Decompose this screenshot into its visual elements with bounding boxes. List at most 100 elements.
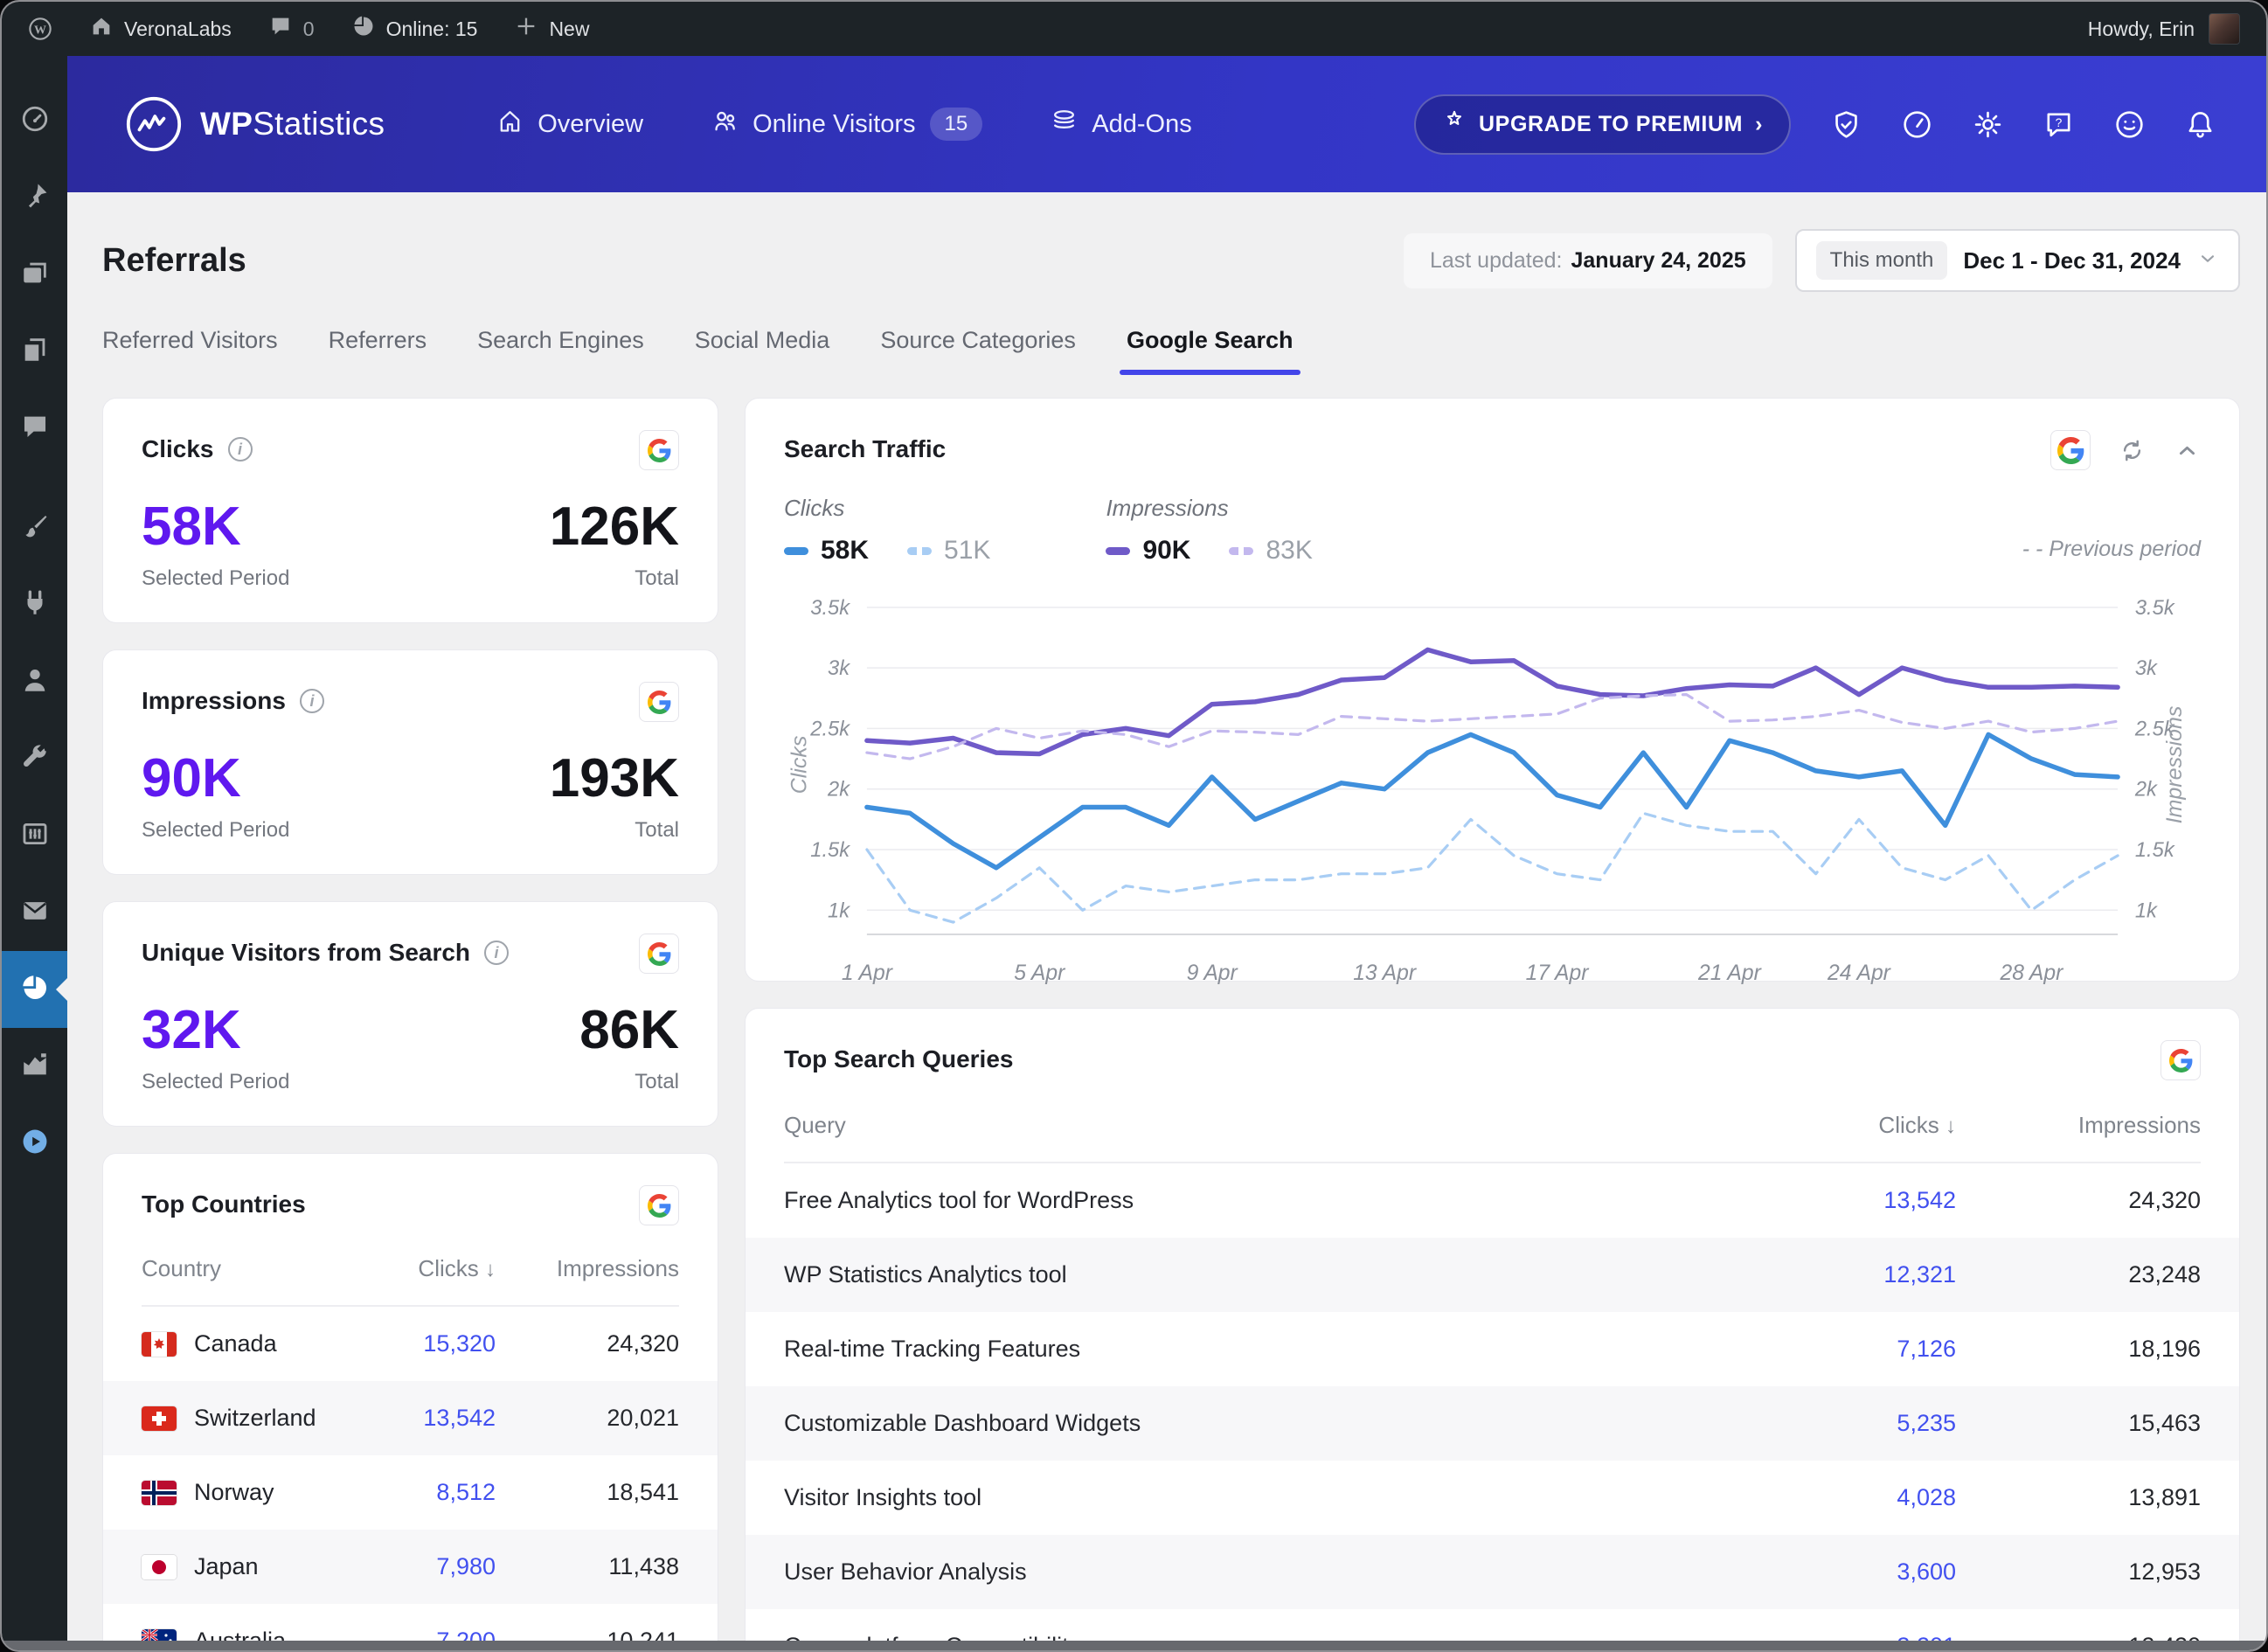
gear-icon[interactable]	[1973, 109, 2003, 140]
country-clicks[interactable]: 8,512	[347, 1479, 496, 1506]
legend-impressions-previous[interactable]: 83K	[1229, 536, 1312, 566]
query-row[interactable]: User Behavior Analysis 3,600 12,953	[746, 1535, 2239, 1609]
query-clicks[interactable]: 12,321	[1746, 1261, 1956, 1288]
sliders-icon	[20, 819, 50, 853]
wordpress-logo-icon[interactable]: W	[28, 17, 52, 41]
query-clicks[interactable]: 13,542	[1746, 1187, 1956, 1214]
query-clicks[interactable]: 7,126	[1746, 1336, 1956, 1363]
query-row[interactable]: Customizable Dashboard Widgets 5,235 15,…	[746, 1386, 2239, 1461]
countries-clicks-sort[interactable]: Clicks ↓	[347, 1255, 496, 1282]
tab-social-media[interactable]: Social Media	[695, 327, 830, 375]
top-countries-title: Top Countries	[142, 1190, 306, 1218]
online-item[interactable]: Online: 15	[351, 14, 478, 44]
tab-source-categories[interactable]: Source Categories	[880, 327, 1076, 375]
google-icon	[639, 1185, 679, 1225]
country-row[interactable]: Canada 15,320 24,320	[103, 1307, 718, 1381]
previous-period-note: - - Previous period	[2022, 537, 2201, 566]
user-icon	[20, 665, 50, 699]
sidebar-item-users[interactable]	[2, 643, 67, 720]
shield-check-icon[interactable]	[1831, 109, 1862, 140]
svg-text:Clicks: Clicks	[788, 736, 812, 795]
metric-selected-value: 32K	[142, 1003, 289, 1058]
queries-clicks-sort[interactable]: Clicks ↓	[1746, 1112, 1956, 1139]
query-clicks[interactable]: 5,235	[1746, 1410, 1956, 1437]
wpstatistics-logo-icon	[125, 95, 183, 153]
svg-text:1k: 1k	[828, 899, 850, 922]
smiley-icon[interactable]	[2114, 109, 2145, 140]
country-clicks[interactable]: 7,980	[347, 1553, 496, 1580]
sidebar-item-appearance[interactable]	[2, 489, 67, 566]
query-clicks[interactable]: 3,600	[1746, 1558, 1956, 1586]
country-flag-icon	[142, 1406, 177, 1431]
window-bottom-edge	[2, 1641, 2266, 1650]
query-impressions: 15,463	[1956, 1410, 2201, 1437]
pages-icon	[20, 335, 50, 369]
sidebar-item-pages[interactable]	[2, 313, 67, 390]
sidebar-item-settings[interactable]	[2, 797, 67, 874]
nav-item-overview[interactable]: Overview	[496, 108, 643, 142]
site-name-item[interactable]: VeronaLabs	[89, 14, 232, 44]
comments-item[interactable]: 0	[268, 14, 315, 44]
sidebar-item-media[interactable]	[2, 236, 67, 313]
query-text: Real-time Tracking Features	[784, 1336, 1746, 1363]
howdy-text[interactable]: Howdy, Erin	[2088, 17, 2195, 41]
sidebar-item-mail[interactable]	[2, 874, 67, 951]
country-clicks[interactable]: 13,542	[347, 1405, 496, 1432]
info-icon[interactable]: i	[484, 941, 509, 965]
query-clicks[interactable]: 4,028	[1746, 1484, 1956, 1511]
search-traffic-chart[interactable]: 1k1k1.5k1.5k2k2k2.5k2.5k3k3k3.5k3.5k1 Ap…	[784, 581, 2201, 992]
sidebar-item-wp-statistics[interactable]	[2, 951, 67, 1028]
brand-text: WPStatistics	[200, 106, 385, 142]
country-row[interactable]: Switzerland 13,542 20,021	[103, 1381, 718, 1455]
svg-text:Impressions: Impressions	[2163, 706, 2187, 824]
nav-item-online-visitors[interactable]: Online Visitors15	[711, 108, 982, 142]
upgrade-premium-button[interactable]: UPGRADE TO PREMIUM ›	[1414, 94, 1791, 155]
legend-impressions-current[interactable]: 90K	[1106, 536, 1190, 566]
country-flag-icon	[142, 1332, 177, 1357]
avatar[interactable]	[2209, 13, 2240, 45]
info-icon[interactable]: i	[300, 689, 324, 713]
metric-selected-value: 90K	[142, 752, 289, 806]
last-updated-value: January 24, 2025	[1571, 248, 1746, 274]
sidebar-item-posts[interactable]	[2, 159, 67, 236]
tab-referred-visitors[interactable]: Referred Visitors	[102, 327, 278, 375]
query-row[interactable]: Visitor Insights tool 4,028 13,891	[746, 1461, 2239, 1535]
query-row[interactable]: Real-time Tracking Features 7,126 18,196	[746, 1312, 2239, 1386]
tab-referrers[interactable]: Referrers	[329, 327, 427, 375]
bell-icon[interactable]	[2185, 109, 2216, 140]
svg-text:3.5k: 3.5k	[810, 596, 850, 620]
pie-icon	[351, 14, 376, 44]
query-row[interactable]: WP Statistics Analytics tool 12,321 23,2…	[746, 1238, 2239, 1312]
sidebar-item-comments[interactable]	[2, 390, 67, 467]
svg-text:3k: 3k	[828, 656, 850, 680]
help-icon[interactable]: ?	[2043, 109, 2074, 140]
wrench-icon	[20, 742, 50, 776]
country-clicks[interactable]: 15,320	[347, 1330, 496, 1357]
play-icon	[20, 1127, 50, 1161]
gauge-icon[interactable]	[1902, 109, 1932, 140]
plus-icon	[514, 14, 538, 44]
metric-title: Clicks	[142, 435, 214, 463]
new-item[interactable]: New	[514, 14, 589, 44]
tab-google-search[interactable]: Google Search	[1127, 327, 1294, 375]
wpstatistics-logo[interactable]: WPStatistics	[125, 95, 385, 153]
legend-clicks-current[interactable]: 58K	[784, 536, 869, 566]
tab-search-engines[interactable]: Search Engines	[477, 327, 644, 375]
refresh-icon[interactable]	[2119, 437, 2146, 464]
sidebar-item-analytics[interactable]	[2, 1028, 67, 1105]
wp-admin-bar: W VeronaLabs 0 Online: 15 New Howdy, Eri…	[2, 2, 2266, 56]
nav-item-add-ons[interactable]: Add-Ons	[1051, 108, 1191, 142]
info-icon[interactable]: i	[228, 437, 253, 462]
sidebar-item-tools[interactable]	[2, 720, 67, 797]
date-range-picker[interactable]: This month Dec 1 - Dec 31, 2024	[1795, 229, 2240, 292]
svg-text:17 Apr: 17 Apr	[1526, 961, 1591, 985]
legend-clicks-previous[interactable]: 51K	[907, 536, 990, 566]
sidebar-item-plugins[interactable]	[2, 566, 67, 643]
collapse-chevron-up-icon[interactable]	[2174, 437, 2201, 464]
country-row[interactable]: Norway 8,512 18,541	[103, 1455, 718, 1530]
referrals-tabs: Referred Visitors Referrers Search Engines…	[102, 327, 2240, 375]
sidebar-item-dashboard[interactable]	[2, 82, 67, 159]
query-row[interactable]: Free Analytics tool for WordPress 13,542…	[746, 1163, 2239, 1238]
country-row[interactable]: Japan 7,980 11,438	[103, 1530, 718, 1604]
sidebar-item-video[interactable]	[2, 1105, 67, 1182]
